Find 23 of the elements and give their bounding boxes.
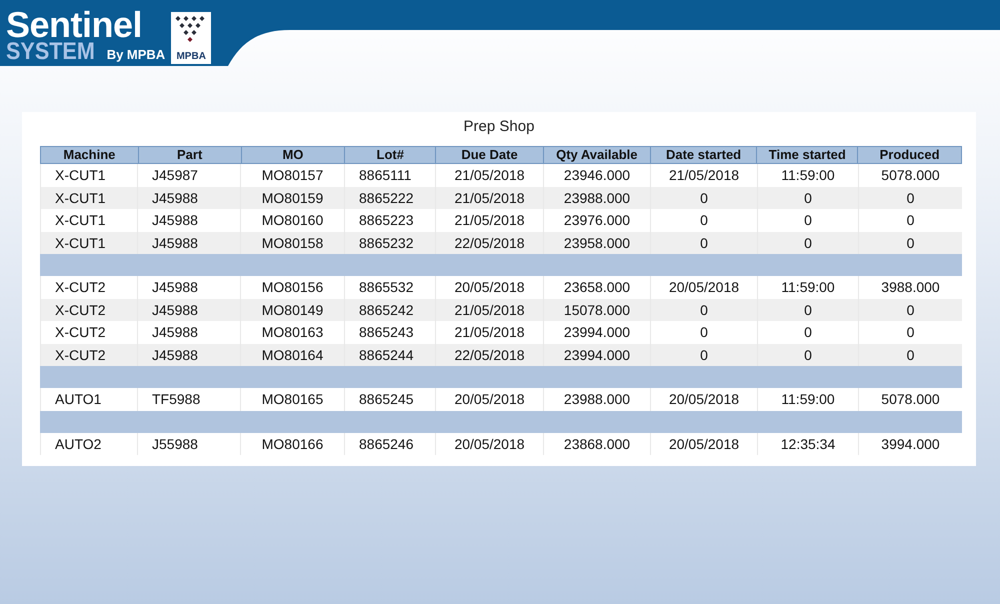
- column-header: Due Date: [435, 147, 543, 163]
- table-cell: MO80166: [240, 432, 344, 455]
- table-cell: AUTO2: [40, 432, 137, 455]
- column-header: Qty Available: [542, 147, 650, 163]
- column-header: Date started: [650, 147, 756, 163]
- column-header: Part: [138, 147, 241, 163]
- column-header: Machine: [62, 147, 116, 163]
- table-cell: 20/05/2018: [650, 432, 757, 455]
- panel-title: Prep Shop: [462, 118, 536, 137]
- logo-byline: By MPBA: [106, 47, 166, 62]
- table-cell: 3994.000: [858, 432, 962, 455]
- logo-subtitle: SYSTEM: [6, 40, 95, 64]
- column-header: Lot#: [344, 147, 436, 163]
- table-cell: 23868.000: [543, 432, 650, 455]
- table-cell: 20/05/2018: [435, 432, 543, 455]
- logo-title: Sentinel: [6, 10, 144, 40]
- table-cell: 8865246: [344, 432, 435, 455]
- table-cell: J55988: [137, 432, 240, 455]
- badge-label: MPBA: [176, 51, 206, 62]
- column-header: Produced: [857, 147, 961, 163]
- column-header: Time started: [756, 147, 858, 163]
- column-header: MO: [240, 147, 344, 163]
- table-cell: 12:35:34: [757, 432, 858, 455]
